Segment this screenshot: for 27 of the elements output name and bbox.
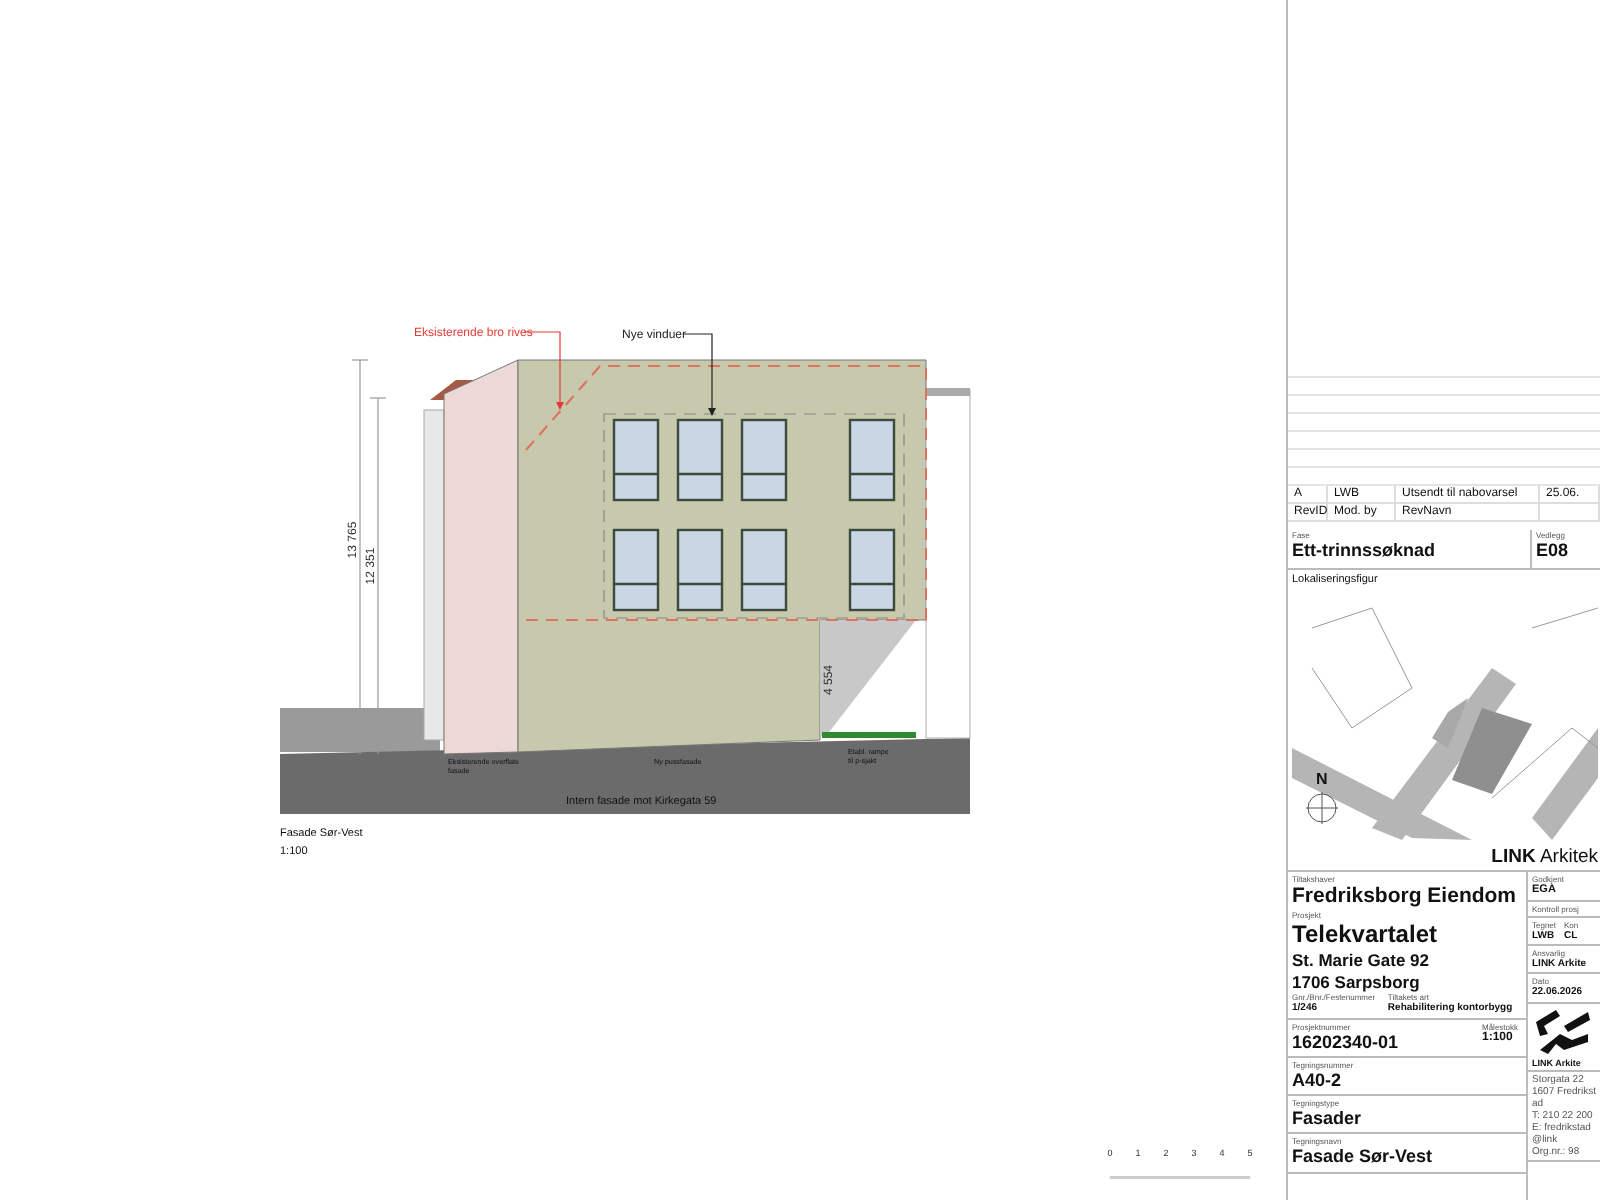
field-value: Fredriksborg Eiendom xyxy=(1292,884,1519,911)
field-value: Telekvartalet xyxy=(1292,920,1439,951)
north-label: N xyxy=(1316,770,1328,789)
field-value: 1706 Sarpsborg xyxy=(1292,971,1422,993)
scale-bar xyxy=(1110,1176,1250,1179)
window xyxy=(740,528,788,612)
window xyxy=(848,418,896,502)
company-name: LINK Arkitek xyxy=(1491,846,1598,868)
window xyxy=(740,418,788,502)
field-value: Fasade Sør-Vest xyxy=(1292,1146,1435,1170)
window xyxy=(676,418,724,502)
field-value: 16202340-01 xyxy=(1292,1031,1401,1054)
leader-line xyxy=(683,333,716,416)
ramp-strip xyxy=(822,732,916,738)
revision-cell xyxy=(1540,504,1600,522)
field-value: E08 xyxy=(1536,540,1569,563)
field-value: A40-2 xyxy=(1292,1069,1342,1093)
field-value: St. Marie Gate 92 xyxy=(1292,950,1432,972)
window xyxy=(676,528,724,612)
field-value: Fasader xyxy=(1292,1108,1364,1131)
field-value: Ett-trinnssøknad xyxy=(1292,540,1438,563)
ramp-shadow xyxy=(820,620,916,736)
window xyxy=(848,528,896,612)
window xyxy=(612,528,660,612)
logo-icon xyxy=(1536,1009,1590,1054)
compass-icon xyxy=(1305,792,1339,825)
window xyxy=(612,418,660,502)
